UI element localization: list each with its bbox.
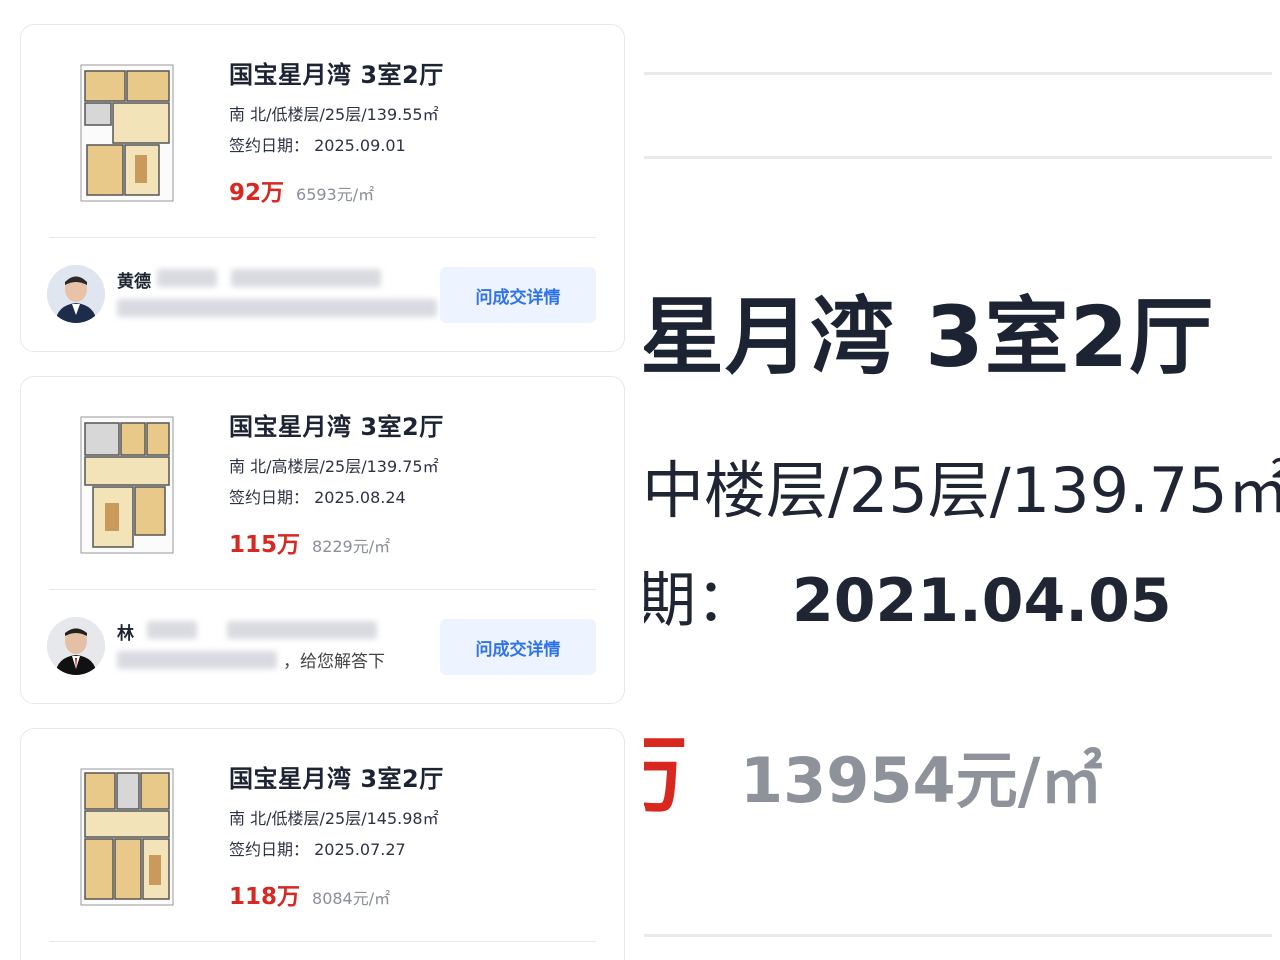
- blurred-text: [227, 621, 377, 639]
- sign-date-row: 签约日期： 2025.09.01: [229, 132, 406, 156]
- floor-plan-image[interactable]: [73, 411, 181, 561]
- price-row: 92万 6593元/㎡: [229, 173, 374, 207]
- agent-name: 林: [117, 624, 134, 644]
- divider: [644, 156, 1272, 159]
- divider: [49, 589, 596, 590]
- agent-avatar[interactable]: [47, 265, 105, 323]
- zoomed-listing-detail: 星月湾 3室2厅 中楼层/25层/139.75㎡ 期： 2021.04.05 万 …: [644, 0, 1280, 960]
- blurred-text: [117, 651, 277, 669]
- blurred-text: [117, 299, 437, 317]
- listing-title[interactable]: 国宝星月湾 3室2厅: [229, 407, 444, 442]
- floor-plan-image[interactable]: [73, 763, 181, 913]
- sign-date: 2025.07.27: [314, 840, 406, 859]
- ask-deal-details-button[interactable]: 问成交详情: [440, 619, 596, 675]
- agent-row: 黄德 问成交详情: [47, 263, 596, 327]
- floor-plan-image[interactable]: [73, 59, 181, 209]
- unit-price: 8084元/㎡: [312, 889, 391, 908]
- agent-avatar[interactable]: [47, 617, 105, 675]
- listing-meta: 南 北/低楼层/25层/139.55㎡: [229, 105, 439, 124]
- sign-date: 2025.08.24: [314, 488, 406, 507]
- zoomed-unit-price: 13954元/㎡: [740, 744, 1103, 817]
- agent-row: 林 ，给您解答下 问成交详情: [47, 615, 596, 679]
- total-price: 118万: [229, 884, 301, 910]
- listing-card[interactable]: 国宝星月湾 3室2厅 南 北/低楼层/25层/139.55㎡ 签约日期： 202…: [20, 24, 625, 352]
- price-row: 118万 8084元/㎡: [229, 877, 390, 911]
- agent-note: ，给您解答下: [283, 652, 385, 672]
- listing-meta: 南 北/低楼层/25层/145.98㎡: [229, 809, 439, 828]
- blurred-text: [147, 621, 197, 639]
- zoomed-date-label: 期：: [644, 566, 756, 636]
- zoomed-date-row: 期： 2021.04.05: [644, 552, 1172, 639]
- listing-title[interactable]: 国宝星月湾 3室2厅: [229, 759, 444, 794]
- price-row: 115万 8229元/㎡: [229, 525, 390, 559]
- total-price: 115万: [229, 532, 301, 558]
- divider: [644, 934, 1272, 937]
- blurred-text: [231, 269, 381, 287]
- listing-meta: 南 北/高楼层/25层/139.75㎡: [229, 457, 439, 476]
- zoomed-date: 2021.04.05: [792, 566, 1172, 636]
- blurred-text: [157, 269, 217, 287]
- divider: [644, 72, 1272, 75]
- ask-deal-details-button[interactable]: 问成交详情: [440, 267, 596, 323]
- sign-date-label: 签约日期：: [229, 840, 310, 859]
- divider: [49, 237, 596, 238]
- sign-date-label: 签约日期：: [229, 136, 310, 155]
- listing-card[interactable]: 国宝星月湾 3室2厅 南 北/高楼层/25层/139.75㎡ 签约日期： 202…: [20, 376, 625, 704]
- listing-card[interactable]: 国宝星月湾 3室2厅 南 北/低楼层/25层/145.98㎡ 签约日期： 202…: [20, 728, 625, 960]
- unit-price: 8229元/㎡: [312, 537, 391, 556]
- sign-date-label: 签约日期：: [229, 488, 310, 507]
- zoomed-total-price: 万: [644, 726, 689, 824]
- zoomed-title: 星月湾 3室2厅: [644, 288, 1215, 386]
- sign-date-row: 签约日期： 2025.07.27: [229, 836, 406, 860]
- zoomed-meta: 中楼层/25层/139.75㎡: [644, 454, 1280, 527]
- sign-date: 2025.09.01: [314, 136, 406, 155]
- agent-name: 黄德: [117, 272, 151, 292]
- total-price: 92万: [229, 180, 285, 206]
- sign-date-row: 签约日期： 2025.08.24: [229, 484, 406, 508]
- unit-price: 6593元/㎡: [296, 185, 375, 204]
- listing-title[interactable]: 国宝星月湾 3室2厅: [229, 55, 444, 90]
- divider: [49, 941, 596, 942]
